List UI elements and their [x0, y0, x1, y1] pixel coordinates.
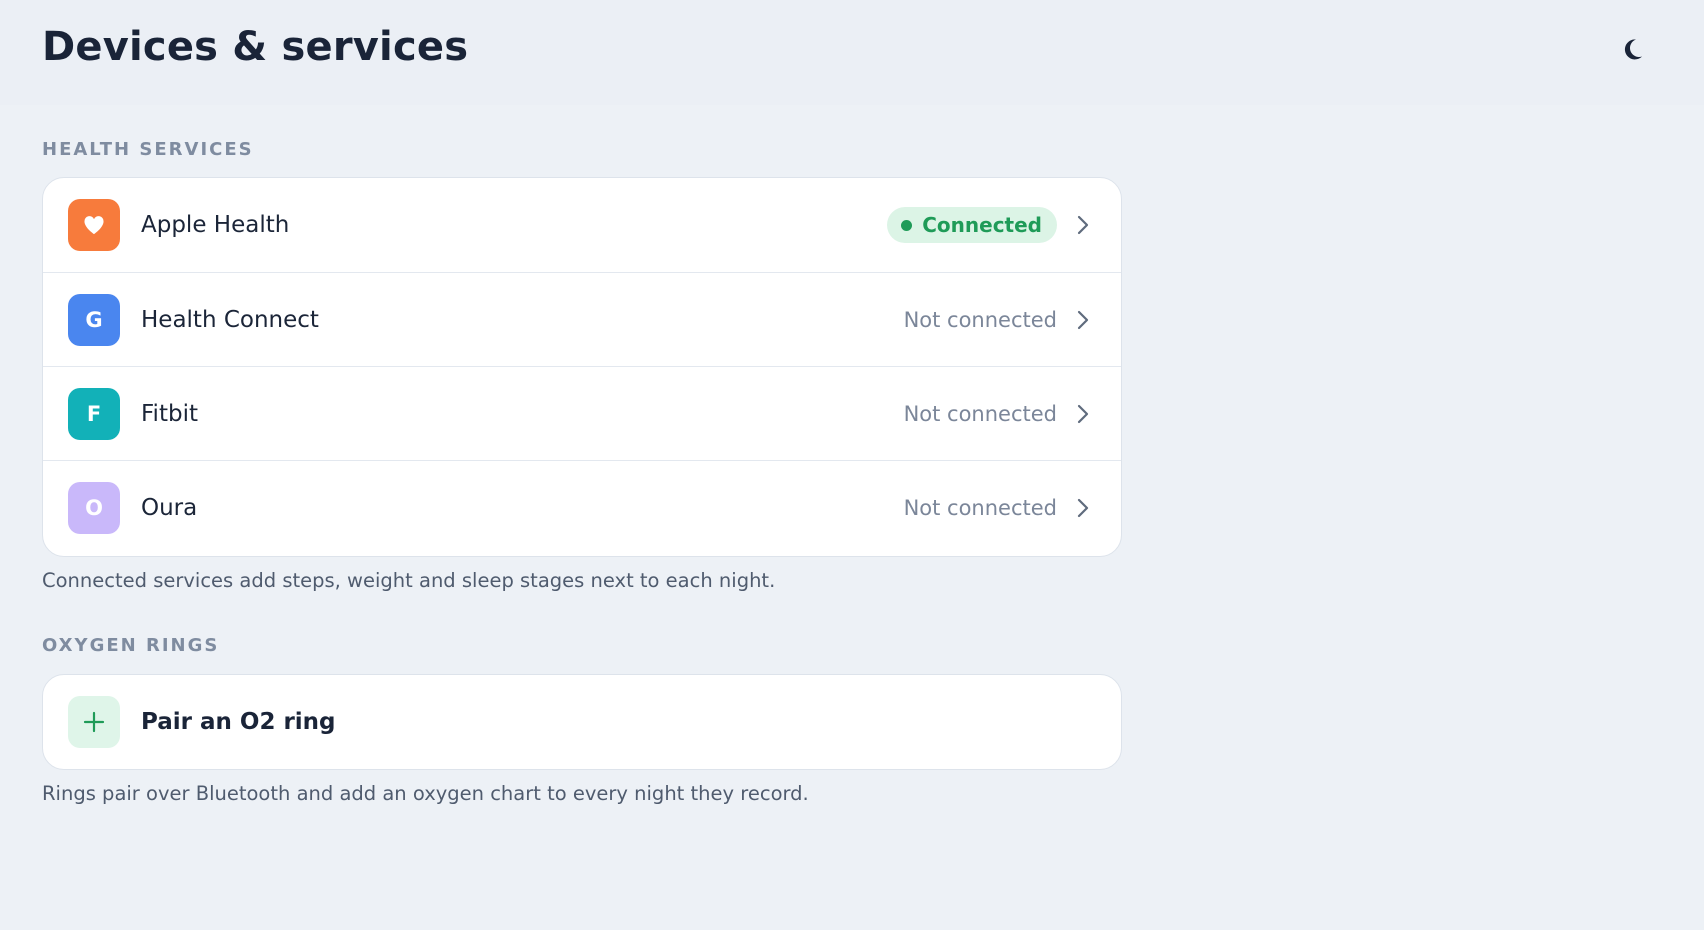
apple-health-app-icon [68, 199, 120, 251]
oxygen-rings-card: Pair an O2 ring [42, 674, 1122, 770]
page-header: Devices & services [0, 0, 1704, 105]
service-name: Apple Health [141, 212, 290, 238]
status-text: Connected [922, 213, 1042, 237]
status-text: Not connected [903, 496, 1057, 520]
moon-icon [1622, 37, 1644, 65]
oxygen-rings-footnote: Rings pair over Bluetooth and add an oxy… [42, 782, 809, 805]
oura-icon-letter: O [85, 496, 103, 520]
service-name: Oura [141, 495, 198, 521]
plus-icon [83, 711, 105, 733]
service-row-oura[interactable]: O Oura Not connected [43, 460, 1121, 554]
fitbit-app-icon: F [68, 388, 120, 440]
chevron-right-icon [1073, 215, 1093, 235]
service-row-fitbit[interactable]: F Fitbit Not connected [43, 366, 1121, 460]
page-title: Devices & services [42, 24, 469, 70]
health-services-section-label: HEALTH SERVICES [42, 139, 254, 160]
health-connect-icon-letter: G [85, 308, 103, 332]
connected-status-badge: Connected [887, 207, 1057, 243]
pair-o2-ring-label: Pair an O2 ring [141, 709, 336, 735]
fitbit-icon-letter: F [86, 402, 102, 426]
status-text: Not connected [903, 308, 1057, 332]
service-name: Fitbit [141, 401, 198, 427]
pair-ring-icon-tile [68, 696, 120, 748]
theme-toggle-button[interactable] [1616, 34, 1650, 68]
health-services-footnote: Connected services add steps, weight and… [42, 569, 776, 592]
status-dot-icon [901, 219, 913, 231]
chevron-right-icon [1073, 498, 1093, 518]
service-name: Health Connect [141, 307, 319, 333]
service-row-health-connect[interactable]: G Health Connect Not connected [43, 272, 1121, 366]
oura-app-icon: O [68, 482, 120, 534]
status-text: Not connected [903, 402, 1057, 426]
chevron-right-icon [1073, 310, 1093, 330]
heart-icon [84, 216, 104, 235]
chevron-right-icon [1073, 404, 1093, 424]
pair-o2-ring-button[interactable]: Pair an O2 ring [43, 675, 1121, 769]
oxygen-rings-section-label: OXYGEN RINGS [42, 635, 220, 656]
health-connect-app-icon: G [68, 294, 120, 346]
service-row-apple-health[interactable]: Apple Health Connected [43, 178, 1121, 272]
health-services-card: Apple Health Connected G Health Connect … [42, 177, 1122, 557]
